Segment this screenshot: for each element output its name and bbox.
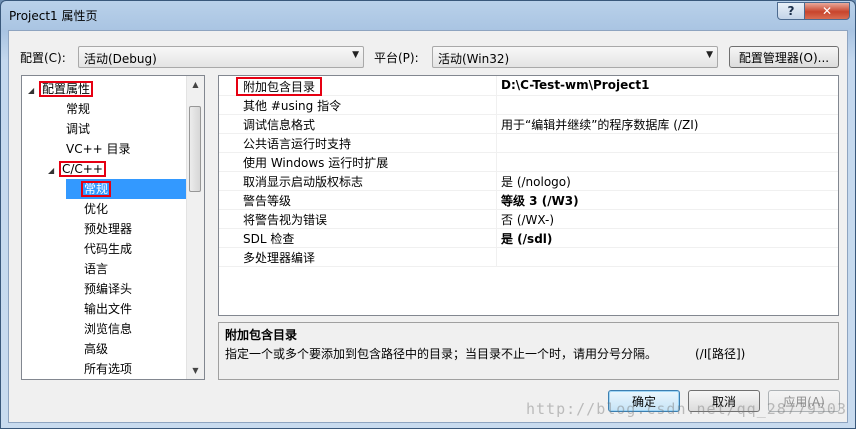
- tree-label: 语言: [84, 262, 109, 276]
- property-row[interactable]: 附加包含目录 D:\C-Test-wm\Project1: [219, 76, 838, 96]
- property-name: SDL 检查: [243, 232, 295, 246]
- close-button[interactable]: ✕: [804, 2, 850, 20]
- scroll-up-icon[interactable]: ▲: [187, 76, 204, 93]
- property-name: 取消显示启动版权标志: [243, 175, 364, 189]
- tree-item-browse-info[interactable]: 浏览信息: [84, 319, 132, 339]
- column-divider: [496, 228, 497, 247]
- property-name: 多处理器编译: [243, 251, 316, 265]
- description-body: 指定一个或多个要添加到包含路径中的目录；当目录不止一个时，请用分号分隔。: [225, 347, 658, 361]
- config-label: 配置(C):: [20, 51, 66, 65]
- watermark: http://blog.csdn.net/qq_28779503: [526, 400, 847, 418]
- property-name: 其他 #using 指令: [243, 99, 342, 113]
- tree-item-advanced[interactable]: 高级: [84, 339, 108, 359]
- property-value[interactable]: 否 (/WX-): [501, 211, 554, 228]
- config-value: 活动(Debug): [84, 52, 157, 66]
- description-panel: 附加包含目录 指定一个或多个要添加到包含路径中的目录；当目录不止一个时，请用分号…: [218, 322, 839, 380]
- tree-label: 常规: [66, 102, 91, 116]
- tree-item-config-properties[interactable]: ◢ 配置属性: [28, 79, 94, 101]
- tree-item-precompiled-headers[interactable]: 预编译头: [84, 279, 132, 299]
- property-row[interactable]: 警告等级 等级 3 (/W3): [219, 190, 838, 210]
- tree-item-code-generation[interactable]: 代码生成: [84, 239, 132, 259]
- column-divider: [496, 247, 497, 266]
- column-divider: [496, 114, 497, 133]
- description-title: 附加包含目录: [225, 328, 298, 342]
- property-row[interactable]: 多处理器编译: [219, 247, 838, 267]
- property-row[interactable]: 公共语言运行时支持: [219, 133, 838, 153]
- tree-label: 预处理器: [84, 222, 133, 236]
- property-grid: 附加包含目录 D:\C-Test-wm\Project1 其他 #using 指…: [218, 75, 839, 316]
- property-row[interactable]: 取消显示启动版权标志 是 (/nologo): [219, 171, 838, 191]
- property-value[interactable]: 是 (/nologo): [501, 173, 571, 190]
- description-switch: (/I[路径]): [695, 347, 746, 361]
- tree-item-vc-directories[interactable]: VC++ 目录: [66, 139, 131, 159]
- property-value[interactable]: 是 (/sdl): [501, 230, 552, 247]
- column-divider: [496, 152, 497, 171]
- expand-triangle-icon[interactable]: ◢: [48, 161, 60, 181]
- window-title: Project1 属性页: [9, 9, 98, 23]
- property-row[interactable]: SDL 检查 是 (/sdl): [219, 228, 838, 248]
- column-divider: [496, 76, 497, 95]
- tree-label: C/C++: [59, 161, 106, 177]
- column-divider: [496, 95, 497, 114]
- tree-item-optimization[interactable]: 优化: [84, 199, 108, 219]
- property-row[interactable]: 调试信息格式 用于“编辑并继续”的程序数据库 (/ZI): [219, 114, 838, 134]
- property-name: 警告等级: [243, 194, 292, 208]
- property-name: 使用 Windows 运行时扩展: [243, 156, 389, 170]
- properties-dialog: Project1 属性页 ? ✕ 配置(C): 活动(Debug) ▼ 平台(P…: [0, 0, 856, 429]
- tree-scrollbar[interactable]: ▲ ▼: [186, 76, 204, 379]
- property-name: 调试信息格式: [243, 118, 316, 132]
- property-row[interactable]: 将警告视为错误 否 (/WX-): [219, 209, 838, 229]
- property-tree[interactable]: ◢ 配置属性 常规 调试 VC++ 目录 ◢ C/C++ 常规 优化 预处理器 代码…: [21, 75, 205, 380]
- tree-item-debugging[interactable]: 调试: [66, 119, 90, 139]
- tree-label: 所有选项: [84, 362, 133, 376]
- scroll-down-icon[interactable]: ▼: [187, 362, 204, 379]
- tree-label: 配置属性: [38, 81, 94, 97]
- property-name: 公共语言运行时支持: [243, 137, 352, 151]
- title-bar[interactable]: Project1 属性页 ? ✕: [1, 1, 855, 29]
- platform-label: 平台(P):: [374, 51, 419, 65]
- property-value[interactable]: 等级 3 (/W3): [501, 192, 579, 209]
- dropdown-arrow-icon: ▼: [706, 50, 713, 60]
- column-divider: [496, 209, 497, 228]
- config-manager-button[interactable]: 配置管理器(O)...: [729, 46, 839, 68]
- tree-item-general[interactable]: 常规: [66, 99, 90, 119]
- column-divider: [496, 190, 497, 209]
- help-icon: ?: [787, 4, 795, 18]
- tree-item-cpp[interactable]: ◢ C/C++: [48, 159, 106, 181]
- platform-value: 活动(Win32): [438, 52, 510, 66]
- property-name: 附加包含目录: [235, 77, 323, 96]
- tree-item-output-files[interactable]: 输出文件: [84, 299, 132, 319]
- tree-label: VC++ 目录: [66, 142, 131, 156]
- property-value[interactable]: D:\C-Test-wm\Project1: [501, 78, 649, 92]
- property-value[interactable]: 用于“编辑并继续”的程序数据库 (/ZI): [501, 116, 698, 133]
- close-icon: ✕: [821, 4, 833, 18]
- column-divider: [496, 133, 497, 152]
- dialog-body: 配置(C): 活动(Debug) ▼ 平台(P): 活动(Win32) ▼ 配置…: [8, 30, 848, 423]
- tree-label: 输出文件: [84, 302, 133, 316]
- tree-item-cpp-general[interactable]: 常规: [66, 179, 187, 199]
- tree-label: 调试: [66, 122, 91, 136]
- column-divider: [496, 171, 497, 190]
- scroll-thumb[interactable]: [189, 106, 201, 192]
- tree-label: 高级: [84, 342, 109, 356]
- tree-label: 浏览信息: [84, 322, 133, 336]
- tree-item-language[interactable]: 语言: [84, 259, 108, 279]
- tree-label: 预编译头: [84, 282, 133, 296]
- tree-label: 代码生成: [84, 242, 133, 256]
- expand-triangle-icon[interactable]: ◢: [28, 81, 40, 101]
- tree-label: 常规: [80, 181, 112, 197]
- property-row[interactable]: 其他 #using 指令: [219, 95, 838, 115]
- tree-label: 优化: [84, 202, 109, 216]
- tree-item-preprocessor[interactable]: 预处理器: [84, 219, 132, 239]
- dropdown-arrow-icon: ▼: [352, 50, 359, 60]
- property-row[interactable]: 使用 Windows 运行时扩展: [219, 152, 838, 172]
- property-name: 将警告视为错误: [243, 213, 328, 227]
- config-combo[interactable]: 活动(Debug) ▼: [78, 46, 364, 68]
- tree-item-all-options[interactable]: 所有选项: [84, 359, 132, 379]
- help-button[interactable]: ?: [777, 2, 805, 20]
- platform-combo[interactable]: 活动(Win32) ▼: [432, 46, 718, 68]
